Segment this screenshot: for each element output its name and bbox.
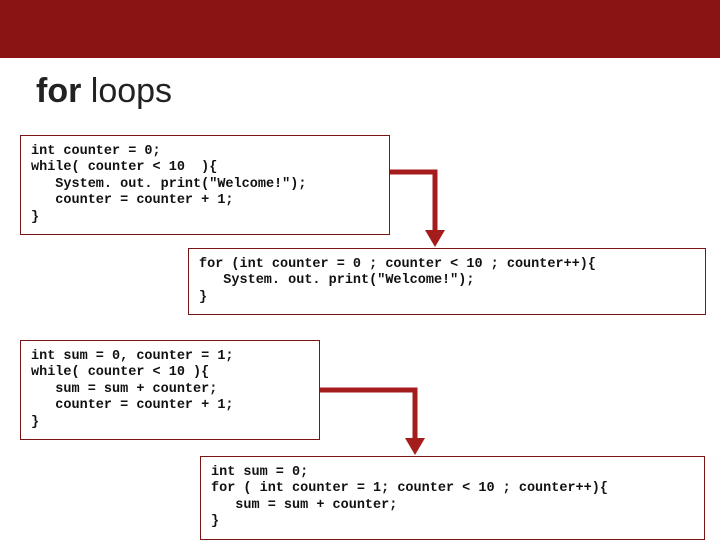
code-while-example-2: int sum = 0, counter = 1; while( counter… (20, 340, 320, 440)
slide-title: for loops (0, 58, 720, 129)
title-thin: loops (81, 72, 172, 110)
code-while-example-1: int counter = 0; while( counter < 10 ){ … (20, 135, 390, 235)
header-bar (0, 0, 720, 58)
code-for-example-2: int sum = 0; for ( int counter = 1; coun… (200, 456, 705, 540)
code-for-example-1: for (int counter = 0 ; counter < 10 ; co… (188, 248, 706, 315)
title-bold: for (36, 72, 81, 110)
arrow-1 (390, 172, 460, 252)
arrow-2 (320, 390, 440, 460)
